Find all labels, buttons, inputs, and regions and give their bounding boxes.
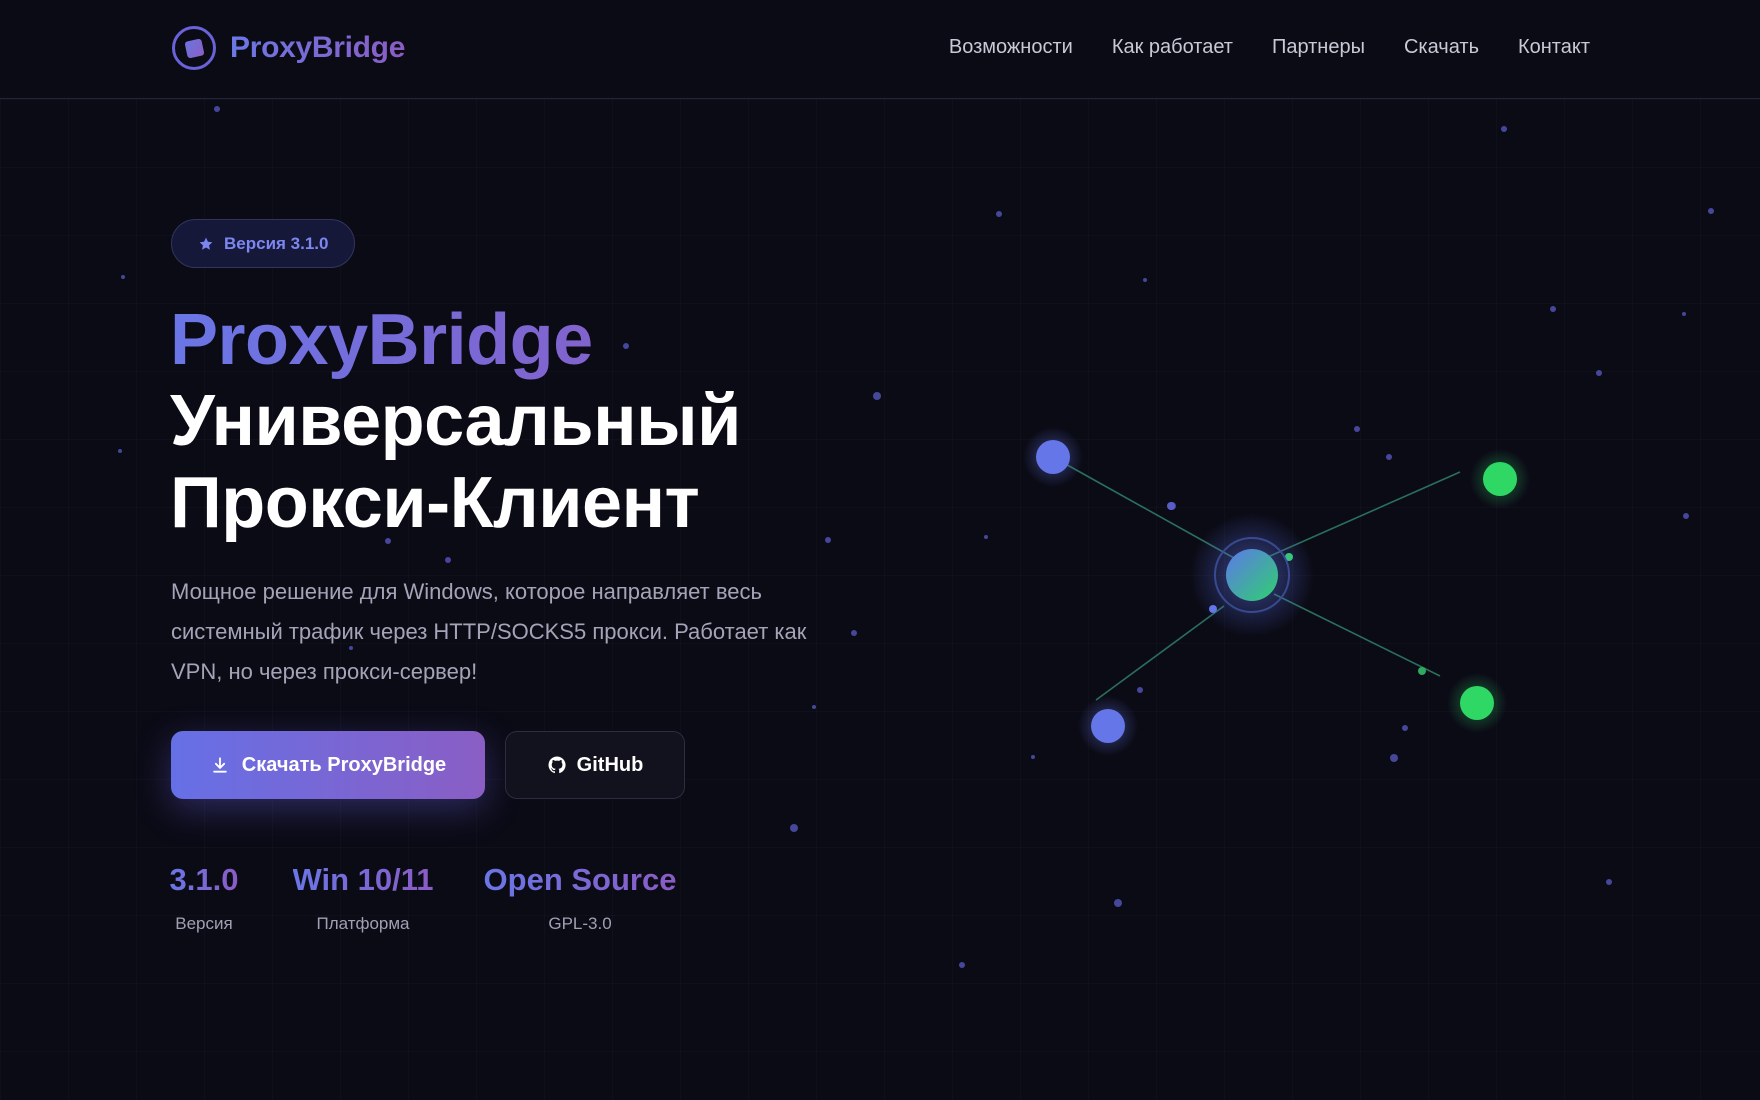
hero-title: ProxyBridge Универсальный Прокси-Клиент (170, 300, 741, 544)
nav-links: Возможности Как работает Партнеры Скачат… (949, 36, 1590, 59)
stat-version-label: Версия (175, 914, 233, 933)
stat-license-label: GPL-3.0 (548, 914, 612, 933)
node-server-green-top (1470, 449, 1530, 509)
badge-label: Версия 3.1.0 (224, 233, 329, 253)
hero-title-line-2: Прокси-Клиент (170, 463, 700, 543)
nav-link-download[interactable]: Скачать (1404, 36, 1479, 59)
github-button-label: GitHub (576, 753, 644, 776)
download-button-label: Скачать ProxyBridge (241, 753, 447, 776)
nav-link-how-it-works[interactable]: Как работает (1112, 36, 1233, 59)
stat-version-value: 3.1.0 (170, 860, 239, 900)
hero-description: Мощное решение для Windows, которое напр… (171, 579, 807, 684)
nav-link-contact[interactable]: Контакт (1518, 36, 1590, 59)
proxy-network-illustration (1023, 427, 1530, 756)
nav-link-partners[interactable]: Партнеры (1272, 36, 1365, 59)
stat-platform: Win 10/11 Платформа (293, 860, 434, 934)
stat-license: Open Source GPL-3.0 (484, 860, 677, 934)
github-icon (548, 756, 566, 774)
node-client-blue-bottom (1078, 696, 1138, 756)
proxy-hub-node (1190, 513, 1314, 637)
download-button[interactable]: Скачать ProxyBridge (171, 731, 485, 799)
nav-link-features[interactable]: Возможности (949, 36, 1073, 59)
hero-title-brand: ProxyBridge (170, 300, 741, 380)
download-icon (213, 757, 227, 773)
hero-title-line-1: Универсальный (170, 381, 741, 461)
logo-icon (172, 26, 216, 70)
star-icon (199, 237, 213, 250)
brand-name: ProxyBridge (230, 31, 406, 64)
stat-license-value: Open Source (484, 860, 677, 900)
stat-platform-label: Платформа (316, 914, 410, 933)
node-server-green-bottom (1447, 673, 1507, 733)
stat-version: 3.1.0 Версия (170, 860, 239, 934)
github-button[interactable]: GitHub (505, 731, 685, 799)
brand-logo[interactable]: ProxyBridge (172, 26, 405, 70)
node-client-blue-top (1023, 427, 1083, 487)
stat-platform-value: Win 10/11 (293, 860, 434, 900)
top-navigation: ProxyBridge Возможности Как работает Пар… (0, 0, 1760, 99)
version-badge: Версия 3.1.0 (171, 219, 356, 268)
